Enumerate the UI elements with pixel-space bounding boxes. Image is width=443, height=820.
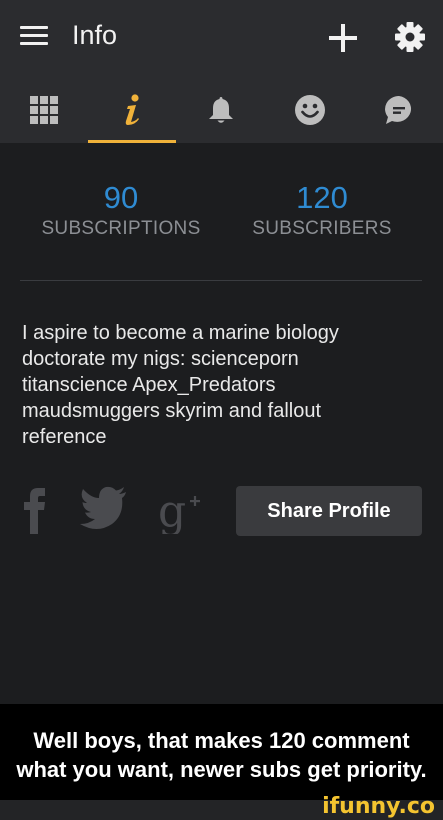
bio-line: maudsmuggers skyrim and fallout (22, 400, 322, 422)
bio-line: titanscience Apex_Predators (22, 374, 276, 396)
hamburger-menu-icon[interactable] (20, 26, 48, 50)
info-icon (125, 93, 139, 125)
subscriptions-count: 90 (103, 180, 139, 215)
chat-bubble-icon (385, 95, 412, 124)
bio-line: doctorate my nigs: scienceporn (22, 348, 299, 370)
tab-smiles[interactable] (266, 76, 354, 143)
share-profile-button[interactable]: Share Profile (236, 486, 422, 536)
grid-icon (30, 95, 58, 124)
tab-notifications[interactable] (177, 76, 265, 143)
page-title: Info (72, 20, 118, 50)
bio-line: reference (22, 426, 107, 448)
caption-line: Well boys, that makes 120 comment (33, 728, 410, 753)
tab-grid[interactable] (0, 76, 88, 143)
svg-text:g: g (158, 486, 186, 534)
profile-bio: I aspire to become a marine biology doct… (22, 320, 422, 450)
google-plus-icon[interactable]: g (156, 486, 204, 534)
meme-caption: Well boys, that makes 120 comment what y… (0, 704, 443, 800)
subscribers-count: 120 (296, 180, 348, 215)
smiley-icon (295, 94, 325, 125)
bell-icon (209, 96, 233, 123)
divider (20, 280, 422, 281)
app-bar: Info (0, 0, 443, 76)
subscriptions-stat[interactable]: 90 SUBSCRIPTIONS (36, 180, 206, 240)
twitter-icon[interactable] (80, 486, 128, 530)
gear-icon[interactable] (393, 20, 427, 54)
caption-line: what you want, newer subs get priority. (16, 757, 427, 782)
facebook-icon[interactable] (20, 486, 50, 534)
tab-bar (0, 76, 443, 143)
subscribers-stat[interactable]: 120 SUBSCRIBERS (238, 180, 406, 240)
bio-line: I aspire to become a marine biology (22, 322, 339, 344)
subscriptions-label: SUBSCRIPTIONS (41, 218, 201, 239)
subscribers-label: SUBSCRIBERS (252, 218, 392, 239)
ifunny-watermark: ifunny.co (322, 794, 435, 819)
tab-chat[interactable] (355, 76, 443, 143)
plus-icon[interactable] (327, 22, 359, 54)
tab-info[interactable] (88, 76, 176, 143)
